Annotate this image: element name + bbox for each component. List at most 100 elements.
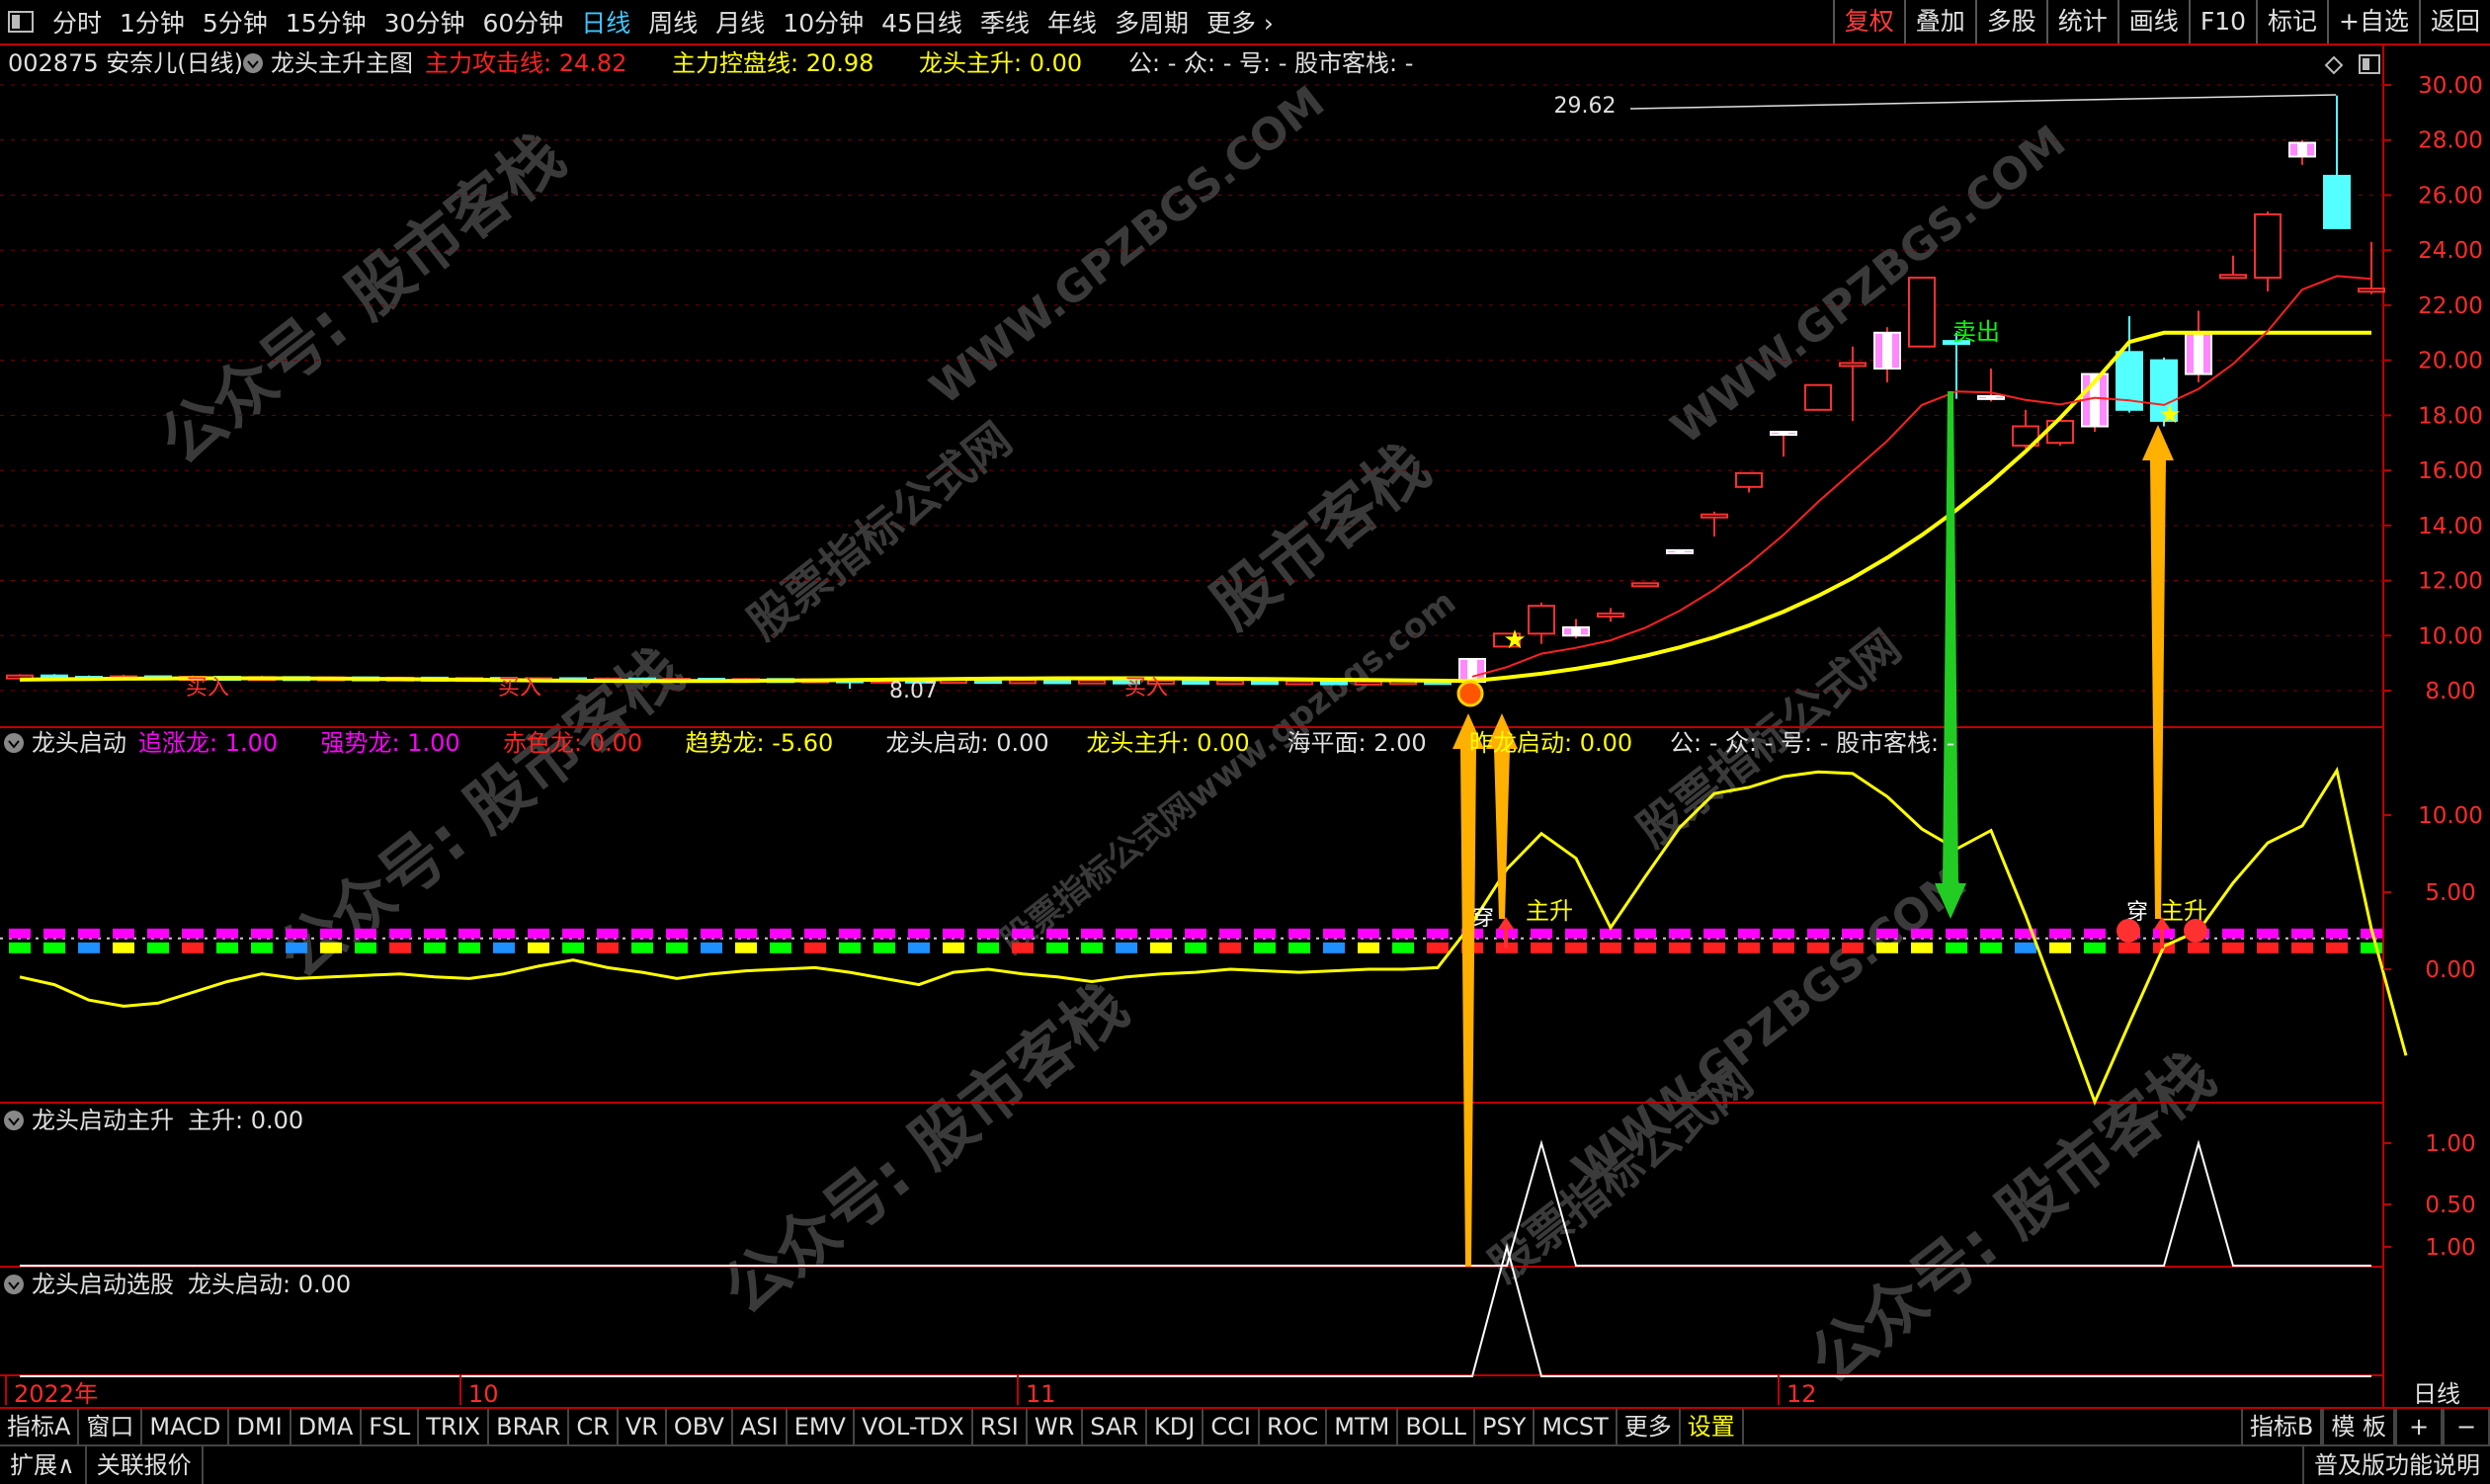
indicator-tab[interactable]: DMI <box>229 1409 291 1444</box>
price-axis-tick: 26.00 <box>2418 183 2483 208</box>
indicator-bar-bottom <box>2015 942 2036 953</box>
indicator-bar-bottom <box>1219 942 1241 953</box>
x-axis-label: 11 <box>1026 1380 1056 1407</box>
indicator-tab[interactable]: TRIX <box>419 1409 490 1444</box>
indicator-tab[interactable]: CR <box>569 1409 619 1444</box>
indicator-right-tab[interactable]: + <box>2395 1409 2443 1444</box>
indicator-bar-bottom <box>1150 942 1172 953</box>
low-price-label: 8.07 <box>889 679 938 703</box>
indicator-value: 公: - 众: - 号: - 股市客栈: - <box>1128 49 1413 77</box>
indicator-tabs-right: 指标B 模 板 + − <box>2240 1409 2490 1444</box>
indicator-tab[interactable]: SAR <box>1083 1409 1148 1444</box>
candle <box>1701 511 1728 536</box>
period-tab[interactable]: 15分钟 <box>277 4 375 40</box>
indicator-bar-top <box>1669 928 1691 939</box>
collapse-icon[interactable] <box>4 1111 24 1130</box>
period-tab[interactable]: 日线 <box>572 4 639 40</box>
period-tab[interactable]: 多周期 <box>1106 4 1198 40</box>
panel4-name: 龙头启动选股 <box>32 1271 174 1298</box>
candle <box>1528 602 1555 644</box>
indicator-tab[interactable]: BOLL <box>1398 1409 1476 1444</box>
collapse-icon[interactable] <box>243 53 263 73</box>
indicator-bar-top <box>251 928 273 939</box>
indicator-bar-bottom <box>2188 942 2209 953</box>
function-tab[interactable]: 多股 <box>1974 0 2046 43</box>
period-tab[interactable]: 60分钟 <box>473 4 572 40</box>
chart-area: 公众号: 股市客栈 WWW.GPZBGS.COM股票指标公式网 股市客栈WWW.GP… <box>0 45 2483 1407</box>
collapse-icon[interactable] <box>4 733 24 753</box>
indicator-bar-top <box>1842 928 1864 939</box>
period-tab[interactable]: 10分钟 <box>774 4 872 40</box>
period-tab[interactable]: 周线 <box>639 4 706 40</box>
indicator-tab[interactable]: KDJ <box>1147 1409 1204 1444</box>
indicator-bar-bottom <box>320 942 342 953</box>
period-tab[interactable]: 45日线 <box>872 4 971 40</box>
indicator-bar-bottom <box>9 942 31 953</box>
indicator-bar-top <box>9 928 31 939</box>
panel3-axis-tick: 0.50 <box>2425 1193 2475 1218</box>
window-toggle-icon[interactable] <box>8 11 34 33</box>
breakout-marker-icon <box>1456 680 1484 707</box>
indicator-bar-top <box>701 928 722 939</box>
indicator-right-tab[interactable]: 指标B <box>2240 1409 2323 1444</box>
function-tab[interactable]: 复权 <box>1832 0 1904 43</box>
indicator-bar-top <box>2222 928 2244 939</box>
function-tab[interactable]: 叠加 <box>1903 0 1975 43</box>
indicator-tab[interactable]: 窗口 <box>79 1409 143 1444</box>
function-tab[interactable]: 标记 <box>2256 0 2327 43</box>
indicator-tab[interactable]: DMA <box>291 1409 363 1444</box>
indicator-bar-bottom <box>1288 942 1310 953</box>
diamond-icon[interactable] <box>2324 55 2344 75</box>
indicator-bar-bottom <box>528 942 549 953</box>
indicator-tab[interactable]: CCI <box>1204 1409 1260 1444</box>
indicator-tab[interactable]: WR <box>1028 1409 1084 1444</box>
indicator-tab[interactable]: MACD <box>142 1409 230 1444</box>
indicator-tab[interactable]: PSY <box>1475 1409 1536 1444</box>
indicator-tab[interactable]: OBV <box>667 1409 733 1444</box>
function-tab[interactable]: F10 <box>2188 0 2256 43</box>
collapse-icon[interactable] <box>4 1275 24 1294</box>
function-tab[interactable]: +自选 <box>2327 0 2419 43</box>
indicator-right-tab[interactable]: 模 板 <box>2322 1409 2395 1444</box>
indicator-tab[interactable]: FSL <box>362 1409 420 1444</box>
panel2-indicator: 主升穿 主升穿 <box>0 766 2408 1107</box>
indicator-tab[interactable]: 指标A <box>0 1409 80 1444</box>
indicator-bar-bottom <box>493 942 515 953</box>
function-tab[interactable]: 统计 <box>2045 0 2117 43</box>
panel3-value: 主升: 0.00 <box>188 1107 303 1134</box>
rise-tag: 主升 <box>1526 897 1573 925</box>
period-tab[interactable]: 年线 <box>1038 4 1106 40</box>
version-info-link[interactable]: 普及版功能说明 <box>2302 1446 2490 1484</box>
function-tab[interactable]: 画线 <box>2116 0 2189 43</box>
indicator-tab[interactable]: 设置 <box>1681 1409 1744 1444</box>
indicator-tab[interactable]: 更多 <box>1618 1409 1681 1444</box>
period-tab[interactable]: 季线 <box>971 4 1038 40</box>
period-tab[interactable]: 月线 <box>706 4 774 40</box>
indicator-tab[interactable]: ROC <box>1260 1409 1328 1444</box>
period-indicator: 日线 <box>2413 1380 2460 1407</box>
indicator-tab[interactable]: MTM <box>1327 1409 1399 1444</box>
period-tab[interactable]: 1分钟 <box>111 4 194 40</box>
indicator-tab[interactable]: MCST <box>1535 1409 1618 1444</box>
indicator-right-tab[interactable]: − <box>2443 1409 2490 1444</box>
indicator-tab[interactable]: VR <box>619 1409 667 1444</box>
buy-signal-label: 买入 <box>498 676 541 701</box>
indicator-tab[interactable]: ASI <box>733 1409 788 1444</box>
function-tab[interactable]: 返回 <box>2418 0 2490 43</box>
indicator-bar-bottom <box>804 942 826 953</box>
indicator-tab[interactable]: BRAR <box>489 1409 570 1444</box>
period-tab[interactable]: 30分钟 <box>375 4 474 40</box>
indicator-bar-top <box>1185 928 1206 939</box>
period-tab[interactable]: 分时 <box>43 4 111 40</box>
price-axis-tick: 18.00 <box>2418 403 2483 429</box>
indicator-bar-top <box>1703 928 1725 939</box>
indicator-tab[interactable]: RSI <box>973 1409 1028 1444</box>
expand-button[interactable]: 扩展∧ <box>0 1446 87 1484</box>
candle <box>1631 582 1659 588</box>
indicator-tab[interactable]: EMV <box>788 1409 855 1444</box>
period-tab[interactable]: 5分钟 <box>194 4 277 40</box>
related-quotes-button[interactable]: 关联报价 <box>87 1446 204 1484</box>
panel2-axis-tick: 0.00 <box>2425 957 2475 983</box>
indicator-tab[interactable]: VOL-TDX <box>855 1409 973 1444</box>
period-tab[interactable]: 更多 › <box>1198 4 1283 40</box>
